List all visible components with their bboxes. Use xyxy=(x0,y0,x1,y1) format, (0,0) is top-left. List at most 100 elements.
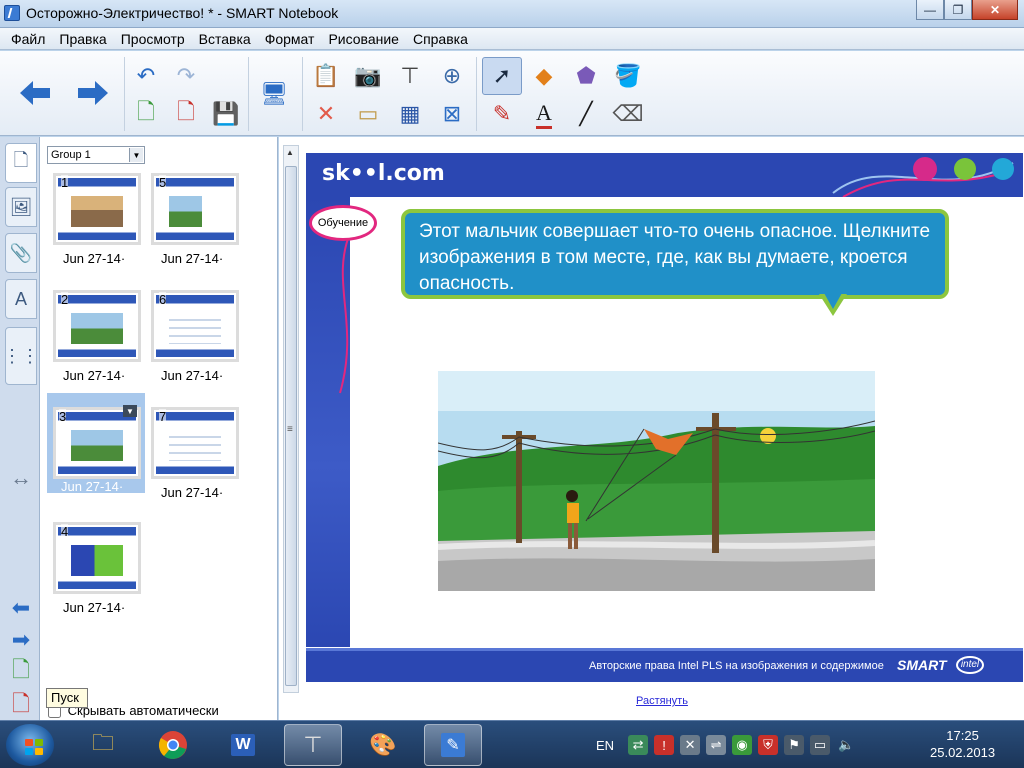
clock[interactable]: 17:25 25.02.2013 xyxy=(930,727,995,761)
measurement-tools-button[interactable]: ⊕ xyxy=(432,57,472,95)
tab-attachments[interactable]: 📎 xyxy=(5,233,37,273)
fill-tool-button[interactable]: 🪣 xyxy=(608,57,648,95)
page-thumbnail-3[interactable]: 3 ▼ Jun 27-14· xyxy=(47,393,145,494)
text-tool-button[interactable]: A xyxy=(524,95,564,133)
menu-bar: Файл Правка Просмотр Вставка Формат Рисо… xyxy=(0,28,1024,50)
page-thumbnail-1[interactable]: 1 Jun 27-14· xyxy=(49,173,141,266)
autohide-label: Скрывать автоматически xyxy=(67,703,219,718)
menu-edit[interactable]: Правка xyxy=(52,31,113,47)
screen-shade-button[interactable]: 🖥 xyxy=(254,75,294,113)
window-controls: — ❐ ✕ xyxy=(916,0,1018,20)
device-icon[interactable]: ✕ xyxy=(680,735,701,755)
tab-gallery[interactable]: 🖼 xyxy=(5,187,37,227)
usb-icon[interactable]: ⇌ xyxy=(706,735,727,755)
menu-format[interactable]: Формат xyxy=(258,31,322,47)
sidebar-delete-page-button[interactable]: 🗋 xyxy=(8,691,34,717)
add-page-button[interactable]: 🗋 xyxy=(126,95,166,133)
shield-icon[interactable]: ⛨ xyxy=(758,735,779,755)
tab-addons[interactable]: ⋮⋮ xyxy=(3,327,39,385)
side-tabs: 🗋 🖼 📎 A ⋮⋮ ↔ ⬅ ➡ 🗋 🗋 xyxy=(0,137,40,720)
delete-button[interactable]: ✕ xyxy=(306,95,346,133)
slide-footer: Авторские права Intel PLS на изображения… xyxy=(306,648,1023,682)
grip-icon: ≡ xyxy=(287,424,293,435)
windows-logo-icon xyxy=(25,739,45,757)
page-date: Jun 27-14· xyxy=(161,368,224,383)
menu-insert[interactable]: Вставка xyxy=(192,31,258,47)
minimize-button[interactable]: — xyxy=(916,0,944,20)
menu-draw[interactable]: Рисование xyxy=(321,31,406,47)
select-tool-button[interactable]: ➚ xyxy=(482,57,522,95)
menu-view[interactable]: Просмотр xyxy=(114,31,192,47)
taskbar-document-camera[interactable]: ⊤ xyxy=(284,724,342,766)
chrome-icon xyxy=(158,731,187,759)
language-indicator[interactable]: EN xyxy=(596,738,614,753)
stretch-link[interactable]: Растянуть xyxy=(636,695,688,707)
taskbar-explorer[interactable]: 🗀 xyxy=(74,724,132,766)
screen-shade-toggle-button[interactable]: ▭ xyxy=(348,95,388,133)
undo-button[interactable]: ↶ xyxy=(126,57,166,95)
antivirus-icon[interactable]: ! xyxy=(654,735,675,755)
vertical-scrollbar[interactable]: ▲ ≡ xyxy=(283,145,299,693)
menu-file[interactable]: Файл xyxy=(4,31,52,47)
start-tooltip: Пуск xyxy=(46,688,88,708)
pen-tool-button[interactable]: ✎ xyxy=(482,95,522,133)
delete-page-icon: 🗋 xyxy=(177,99,195,124)
kite-scene-image[interactable] xyxy=(438,371,875,591)
page-thumbnail-7[interactable]: 7 Jun 27-14· xyxy=(147,407,239,500)
flag-icon[interactable]: ⚑ xyxy=(784,735,805,755)
maximize-button[interactable]: ❐ xyxy=(944,0,972,20)
puzzle-icon: ⋮⋮ xyxy=(3,345,39,366)
gallery-icon: 🖼 xyxy=(9,196,33,217)
sidebar-next-button[interactable]: ➡ xyxy=(8,627,34,652)
delete-page-button[interactable]: 🗋 xyxy=(166,95,206,133)
monitor-icon[interactable]: ▭ xyxy=(810,735,831,755)
line-tool-button[interactable]: ╱ xyxy=(566,95,606,133)
sidebar-add-page-button[interactable]: 🗋 xyxy=(8,657,34,683)
page-menu-dropdown[interactable]: ▼ xyxy=(123,405,137,417)
eraser-tool-button[interactable]: ⌫ xyxy=(608,95,648,133)
page-number: 7 xyxy=(159,409,167,424)
close-button[interactable]: ✕ xyxy=(972,0,1018,20)
instruction-speech-bubble: Этот мальчик совершает что-то очень опас… xyxy=(401,209,949,299)
page-thumbnail-4[interactable]: 4 Jun 27-14· xyxy=(49,522,141,615)
scroll-up-icon[interactable]: ▲ xyxy=(286,148,294,157)
undo-icon: ↶ xyxy=(136,63,156,88)
screen-capture-button[interactable]: 📷 xyxy=(348,57,388,95)
menu-help[interactable]: Справка xyxy=(406,31,475,47)
shapes-icon: ◆ xyxy=(535,63,553,88)
next-page-button[interactable] xyxy=(66,55,120,131)
nvidia-icon[interactable]: ◉ xyxy=(732,735,753,755)
double-arrow-icon: ↔ xyxy=(10,465,32,490)
document-camera-button[interactable]: ⊤ xyxy=(390,57,430,95)
taskbar-chrome[interactable] xyxy=(144,724,202,766)
page-thumbnail-2[interactable]: 2 Jun 27-14· xyxy=(49,290,141,383)
taskbar-smart-notebook[interactable]: ✎ xyxy=(424,724,482,766)
tab-page-sorter[interactable]: 🗋 xyxy=(5,143,37,183)
redo-button[interactable]: ↷ xyxy=(166,57,206,95)
previous-page-button[interactable] xyxy=(8,55,62,131)
system-tray: EN ⇄ ! ✕ ⇌ ◉ ⛨ ⚑ ▭ 🔈 xyxy=(596,721,862,768)
page-thumbnail-6[interactable]: 6 Jun 27-14· xyxy=(147,290,239,383)
volume-icon[interactable]: 🔈 xyxy=(836,735,856,755)
move-sidebar-button[interactable]: ↔ xyxy=(8,465,34,490)
text-a-icon: A xyxy=(536,100,552,129)
page-sorter: Group 1 ▼ 1 Jun 27-14· 2 Jun 27-14· 3 ▼ … xyxy=(40,137,278,720)
taskbar-paint[interactable]: 🎨 xyxy=(354,724,412,766)
group-select-value: Group 1 xyxy=(51,149,91,161)
insert-table-button[interactable]: ▦ xyxy=(390,95,430,133)
full-screen-button[interactable]: ⊠ xyxy=(432,95,472,133)
network-icon[interactable]: ⇄ xyxy=(628,735,649,755)
page-thumbnail-5[interactable]: 5 Jun 27-14· xyxy=(147,173,239,266)
taskbar: 🗀 W ⊤ 🎨 ✎ EN ⇄ ! ✕ ⇌ ◉ ⛨ ⚑ ▭ 🔈 17:25 25.… xyxy=(0,720,1024,768)
shapes-tool-button[interactable]: ◆ xyxy=(524,57,564,95)
word-icon: W xyxy=(231,734,255,756)
taskbar-word[interactable]: W xyxy=(214,724,272,766)
tab-properties[interactable]: A xyxy=(5,279,37,319)
smart-logo: SMART xyxy=(897,657,947,673)
sidebar-previous-button[interactable]: ⬅ xyxy=(8,595,34,620)
save-button[interactable]: 💾 xyxy=(206,95,246,133)
start-button[interactable] xyxy=(6,724,54,766)
paste-button[interactable]: 📋 xyxy=(306,57,346,95)
magic-pen-button[interactable]: ⬟ xyxy=(566,57,606,95)
group-select[interactable]: Group 1 ▼ xyxy=(47,146,145,164)
